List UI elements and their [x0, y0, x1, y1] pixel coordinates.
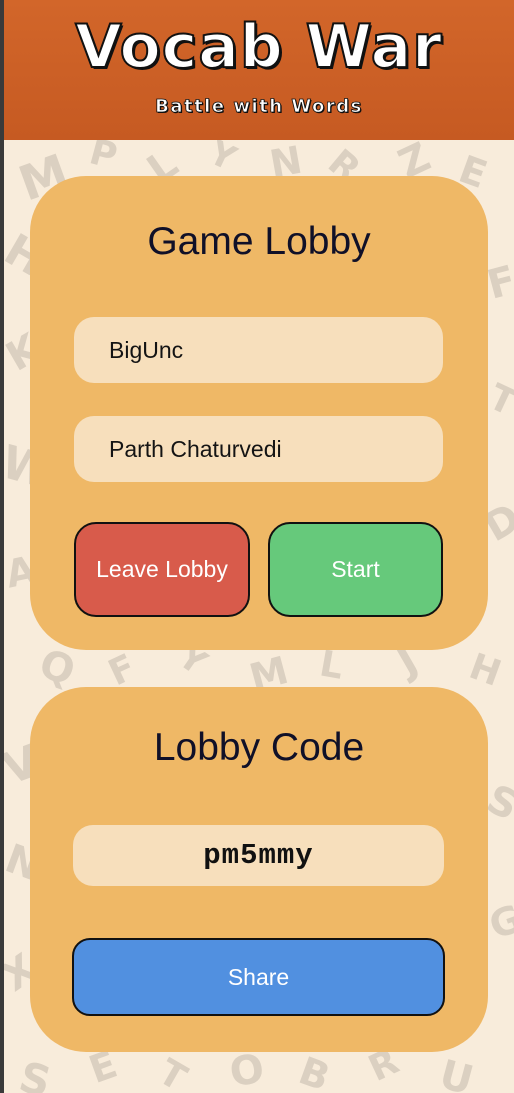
lobby-code-card: Lobby Code pm5mmy Share	[30, 687, 488, 1052]
start-game-button[interactable]: Start	[268, 522, 443, 617]
leave-lobby-button[interactable]: Leave Lobby	[74, 522, 250, 617]
app-header: Vocab War Battle with Words	[4, 0, 514, 140]
player-name: Parth Chaturvedi	[109, 436, 282, 462]
window-edge	[0, 0, 4, 1093]
game-lobby-title: Game Lobby	[147, 220, 371, 263]
lobby-code-display: pm5mmy	[73, 825, 444, 886]
player-name: BigUnc	[109, 337, 184, 363]
share-button[interactable]: Share	[72, 938, 445, 1016]
app-subtitle: Battle with Words	[155, 96, 363, 118]
lobby-code-title: Lobby Code	[153, 726, 365, 769]
app-title: Vocab War	[74, 12, 443, 82]
lobby-code-value: pm5mmy	[203, 839, 314, 872]
player-row: Parth Chaturvedi	[74, 416, 443, 482]
player-row: BigUnc	[74, 317, 443, 383]
game-lobby-card: Game Lobby BigUnc Parth Chaturvedi Leave…	[30, 176, 488, 650]
